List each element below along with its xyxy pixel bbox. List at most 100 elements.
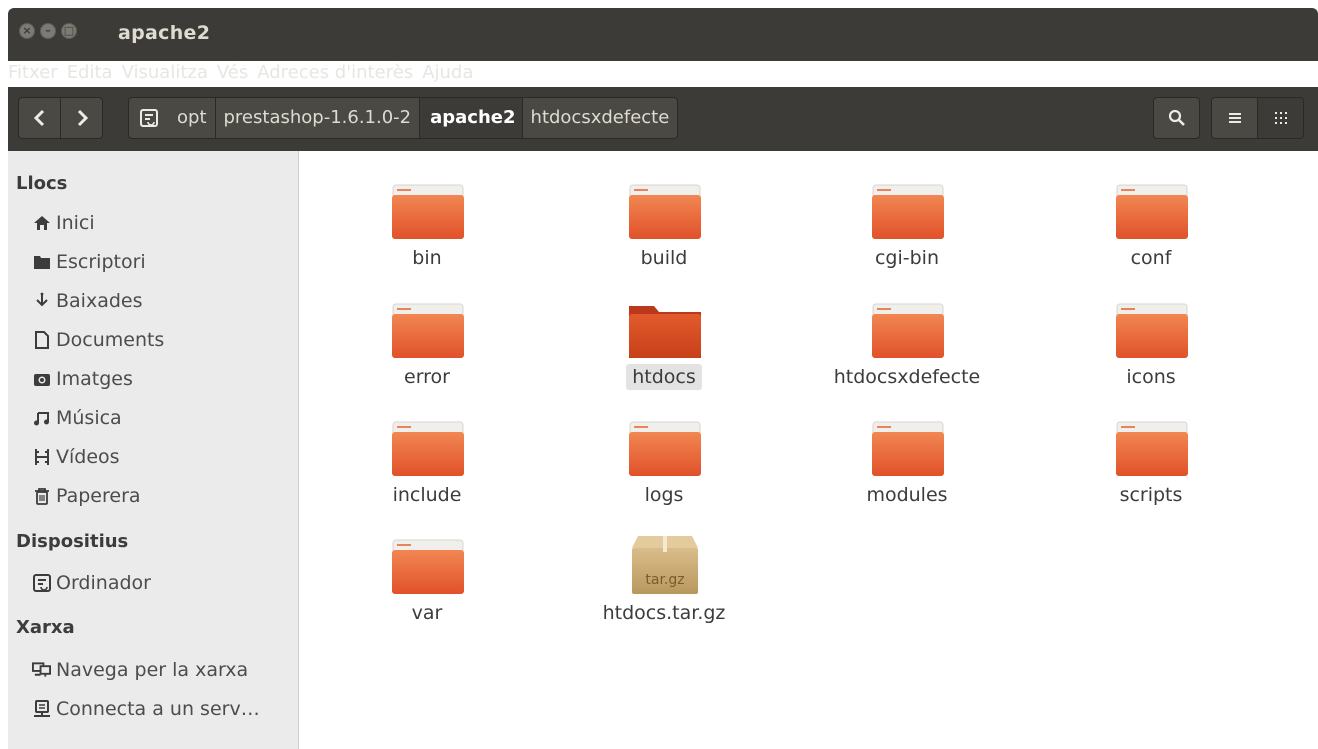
crumb-computer-root[interactable] bbox=[129, 98, 169, 138]
sidebar-item-imatges[interactable]: Imatges bbox=[32, 364, 133, 394]
menu-visualitza[interactable]: Visualitza bbox=[119, 60, 214, 86]
file-name: include bbox=[392, 484, 462, 506]
window-controls: × – □ bbox=[19, 23, 77, 39]
sidebar-item-label: Connecta a un serv… bbox=[56, 698, 260, 720]
file-manager-window: × – □ apache2 Fitxer Edita Visualitza Vé… bbox=[8, 8, 1318, 749]
computer-icon bbox=[32, 574, 51, 593]
folder-item[interactable]: bin bbox=[327, 181, 527, 291]
sidebar-item-navega-xarxa[interactable]: Navega per la xarxa bbox=[32, 655, 248, 685]
file-name: error bbox=[404, 366, 450, 388]
back-button[interactable] bbox=[19, 98, 60, 138]
menu-ves[interactable]: Vés bbox=[214, 60, 254, 86]
menu-adreces[interactable]: Adreces d'interès bbox=[254, 60, 419, 86]
sidebar-item-paperera[interactable]: Paperera bbox=[32, 481, 141, 511]
folder-item[interactable]: conf bbox=[1051, 181, 1251, 291]
forward-button[interactable] bbox=[60, 98, 102, 138]
file-name: conf bbox=[1130, 247, 1172, 269]
folder-item[interactable]: htdocsxdefecte bbox=[807, 300, 1007, 410]
home-icon bbox=[32, 214, 51, 233]
file-name: var bbox=[411, 602, 443, 624]
folder-item[interactable]: modules bbox=[807, 418, 1007, 528]
music-icon bbox=[32, 409, 51, 428]
title-bar: × – □ apache2 bbox=[8, 8, 1318, 61]
sidebar-item-escriptori[interactable]: Escriptori bbox=[32, 247, 146, 277]
folder-item[interactable]: var bbox=[327, 536, 527, 646]
crumb-prestashop[interactable]: prestashop-1.6.1.0-2 bbox=[214, 98, 420, 138]
film-icon bbox=[32, 448, 51, 467]
folder-item[interactable]: icons bbox=[1051, 300, 1251, 410]
sidebar-item-label: Inici bbox=[56, 212, 95, 234]
folder-icon bbox=[629, 421, 701, 476]
folder-item[interactable]: logs bbox=[564, 418, 764, 528]
close-icon: × bbox=[22, 24, 32, 37]
document-icon bbox=[32, 331, 51, 350]
desktop-folder-icon bbox=[32, 253, 51, 272]
archive-item[interactable]: tar.gz htdocs.tar.gz bbox=[564, 536, 764, 646]
sidebar-item-videos[interactable]: Vídeos bbox=[32, 442, 120, 472]
folder-icon bbox=[392, 303, 464, 358]
section-dispositius: Dispositius bbox=[16, 531, 129, 552]
sidebar-item-label: Vídeos bbox=[56, 446, 120, 468]
file-name: htdocs.tar.gz bbox=[602, 602, 726, 624]
sidebar-item-label: Música bbox=[56, 407, 122, 429]
list-icon bbox=[1228, 113, 1241, 123]
search-icon bbox=[1168, 109, 1185, 126]
history-nav bbox=[18, 97, 103, 139]
sidebar-item-ordinador[interactable]: Ordinador bbox=[32, 568, 151, 598]
file-name: bin bbox=[412, 247, 442, 269]
sidebar-item-inici[interactable]: Inici bbox=[32, 208, 95, 238]
crumb-opt[interactable]: opt bbox=[169, 98, 215, 138]
file-name: cgi-bin bbox=[874, 247, 940, 269]
folder-icon bbox=[1116, 184, 1188, 239]
folder-icon bbox=[872, 184, 944, 239]
file-name: htdocs bbox=[626, 364, 702, 390]
file-name: modules bbox=[866, 484, 948, 506]
menu-bar: Fitxer Edita Visualitza Vés Adreces d'in… bbox=[8, 60, 479, 86]
chevron-right-icon bbox=[77, 109, 88, 127]
search-button[interactable] bbox=[1154, 98, 1199, 138]
sidebar-item-musica[interactable]: Música bbox=[32, 403, 122, 433]
folder-item[interactable]: error bbox=[327, 300, 527, 410]
file-view: bin build cgi-bin conf error htdocs htdo… bbox=[299, 151, 1318, 749]
sidebar-item-label: Paperera bbox=[56, 485, 141, 507]
folder-item[interactable]: cgi-bin bbox=[807, 181, 1007, 291]
grid-view-button[interactable] bbox=[1257, 98, 1303, 138]
sidebar-item-label: Ordinador bbox=[56, 572, 151, 594]
file-name: scripts bbox=[1119, 484, 1183, 506]
window-title: apache2 bbox=[118, 22, 211, 44]
sidebar-item-label: Baixades bbox=[56, 290, 143, 312]
list-view-button[interactable] bbox=[1212, 98, 1257, 138]
sidebar-item-label: Escriptori bbox=[56, 251, 146, 273]
sidebar-item-documents[interactable]: Documents bbox=[32, 325, 164, 355]
folder-item[interactable]: include bbox=[327, 418, 527, 528]
sidebar-item-connecta-servidor[interactable]: Connecta a un serv… bbox=[32, 694, 260, 724]
server-icon bbox=[32, 700, 51, 719]
folder-icon bbox=[1116, 303, 1188, 358]
trash-icon bbox=[32, 487, 51, 506]
menu-edita[interactable]: Edita bbox=[64, 60, 119, 86]
folder-item-selected[interactable]: htdocs bbox=[564, 300, 764, 410]
folder-item[interactable]: build bbox=[564, 181, 764, 291]
section-xarxa: Xarxa bbox=[16, 617, 75, 638]
close-window-button[interactable]: × bbox=[19, 23, 35, 39]
toolbar: opt prestashop-1.6.1.0-2 apache2 htdocsx… bbox=[8, 87, 1318, 151]
crumb-apache2[interactable]: apache2 bbox=[419, 98, 522, 138]
minimize-window-button[interactable]: – bbox=[40, 23, 56, 39]
file-name: icons bbox=[1126, 366, 1176, 388]
maximize-window-button[interactable]: □ bbox=[61, 23, 77, 39]
folder-open-icon bbox=[629, 306, 701, 358]
sidebar-item-baixades[interactable]: Baixades bbox=[32, 286, 143, 316]
places-sidebar: Llocs Inici Escriptori Baixades Document… bbox=[8, 151, 299, 749]
camera-icon bbox=[32, 370, 51, 389]
file-name: htdocsxdefecte bbox=[833, 366, 981, 388]
maximize-icon: □ bbox=[63, 24, 75, 37]
network-icon bbox=[32, 661, 51, 680]
folder-icon bbox=[392, 539, 464, 594]
crumb-htdocsxdefecte[interactable]: htdocsxdefecte bbox=[521, 98, 678, 138]
menu-ajuda[interactable]: Ajuda bbox=[419, 60, 479, 86]
file-name: build bbox=[640, 247, 688, 269]
menu-fitxer[interactable]: Fitxer bbox=[8, 60, 64, 86]
folder-item[interactable]: scripts bbox=[1051, 418, 1251, 528]
archive-badge: tar.gz bbox=[645, 572, 684, 588]
sidebar-item-label: Imatges bbox=[56, 368, 133, 390]
